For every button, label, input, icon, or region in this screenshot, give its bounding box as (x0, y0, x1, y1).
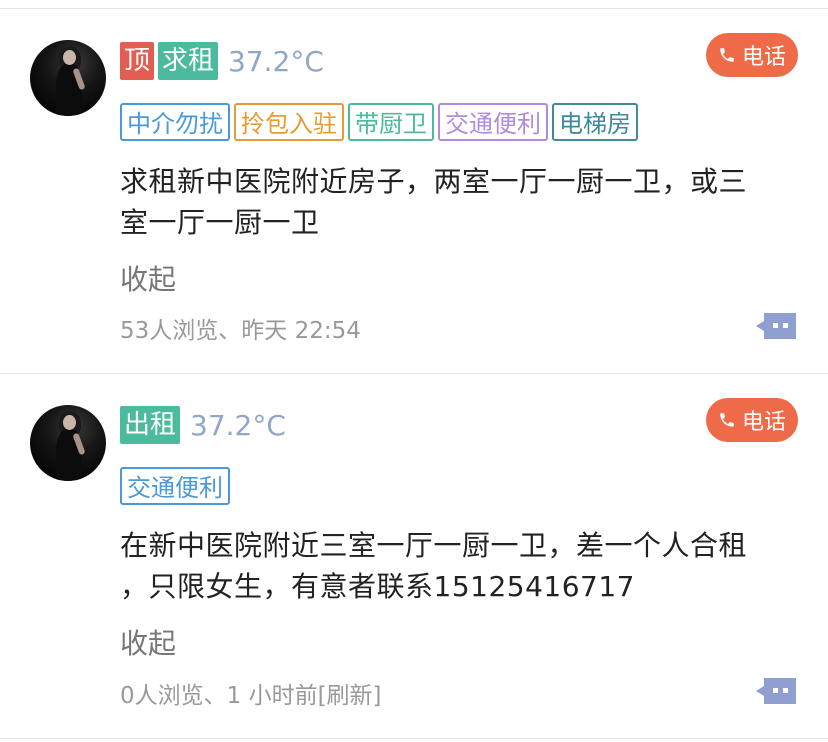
avatar[interactable] (30, 405, 106, 481)
post-title-row: 出租 37.2°C (120, 405, 286, 445)
post-meta: 53人浏览、昨天 22:54 (120, 318, 361, 344)
call-button-label: 电话 (741, 410, 786, 435)
pin-badge: 顶 (120, 42, 155, 80)
call-button[interactable]: 电话 (706, 398, 798, 442)
post-content-line: ，只限女生，有意者联系15125416717 (120, 570, 635, 603)
phone-icon (720, 413, 734, 427)
comment-icon[interactable] (754, 676, 798, 706)
post-content-line: 求租新中医院附近房子，两室一厅一厨一卫，或三 (120, 165, 748, 198)
temperature-label: 37.2°C (190, 408, 286, 442)
tag: 交通便利 (120, 467, 230, 505)
avatar[interactable] (30, 40, 106, 116)
tag: 电梯房 (552, 103, 638, 141)
tag-list: 中介勿扰 拎包入驻 带厨卫 交通便利 电梯房 (120, 103, 642, 141)
collapse-link[interactable]: 收起 (120, 258, 176, 298)
type-badge: 求租 (158, 42, 219, 80)
post-content-line: 室一厅一厨一卫 (120, 206, 320, 239)
temperature-label: 37.2°C (228, 44, 324, 78)
type-badge: 出租 (120, 406, 181, 444)
comment-icon[interactable] (754, 311, 798, 341)
post-content-line: 在新中医院附近三室一厅一厨一卫，差一个人合租 (120, 529, 748, 562)
post-card: 顶 求租 37.2°C 电话 中介勿扰 拎包入驻 带厨卫 交通便利 电梯房 求租… (0, 9, 828, 369)
post-meta: 0人浏览、1 小时前[刷新] (120, 683, 382, 709)
collapse-link[interactable]: 收起 (120, 622, 176, 662)
post-title-row: 顶 求租 37.2°C (120, 41, 324, 81)
call-button[interactable]: 电话 (706, 33, 798, 77)
post-card: 出租 37.2°C 电话 交通便利 在新中医院附近三室一厅一厨一卫，差一个人合租… (0, 374, 828, 734)
call-button-label: 电话 (741, 45, 786, 70)
tag: 交通便利 (438, 103, 548, 141)
tag: 带厨卫 (348, 103, 434, 141)
tag-list: 交通便利 (120, 467, 234, 505)
separator (0, 738, 828, 739)
post-content: 求租新中医院附近房子，两室一厅一厨一卫，或三 室一厅一厨一卫 (120, 161, 800, 243)
post-content: 在新中医院附近三室一厅一厨一卫，差一个人合租 ，只限女生，有意者联系151254… (120, 525, 800, 607)
tag: 中介勿扰 (120, 103, 230, 141)
phone-icon (720, 48, 734, 62)
tag: 拎包入驻 (234, 103, 344, 141)
